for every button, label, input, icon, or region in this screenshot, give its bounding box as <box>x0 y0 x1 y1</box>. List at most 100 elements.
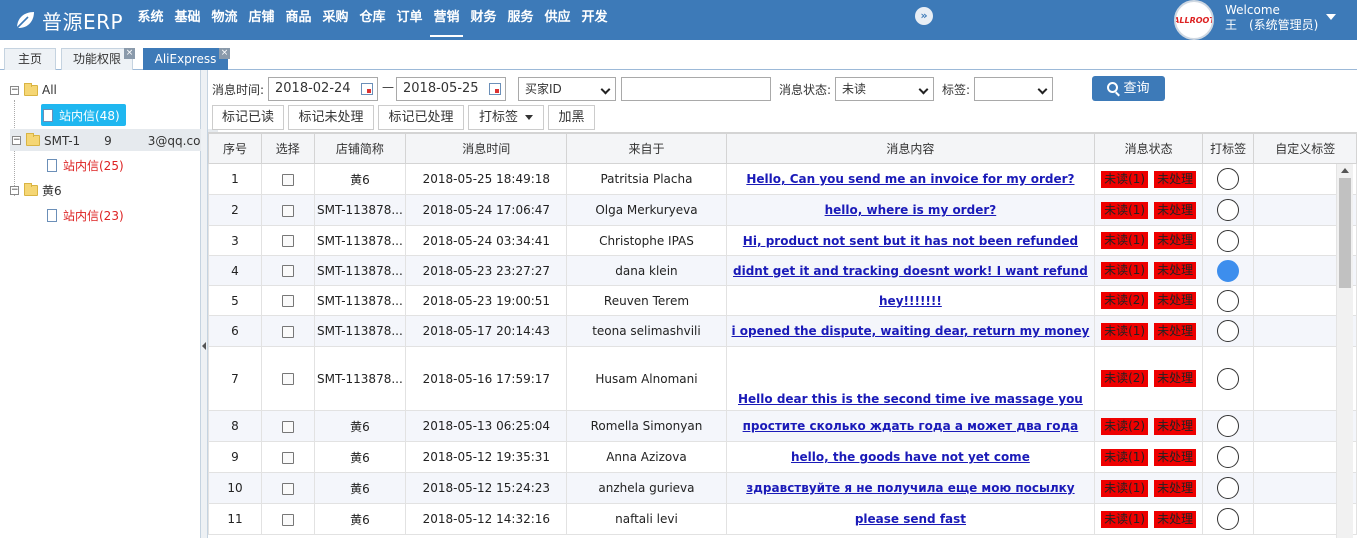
tree-node-all-inbox[interactable]: 站内信(48) <box>41 104 126 126</box>
table-row[interactable]: 5 SMT-113878... 2018-05-23 19:00:51 Reuven … <box>208 285 1357 316</box>
blacklist-button[interactable]: 加黑 <box>548 105 595 130</box>
double-chevron-right-icon[interactable]: » <box>915 7 933 25</box>
tag-toggle-circle[interactable] <box>1217 367 1240 390</box>
table-row[interactable]: 8 黄6 2018-05-13 06:25:04 Romella Simonyan пр… <box>208 410 1357 442</box>
nav-item-store[interactable]: 店铺 <box>243 0 280 40</box>
nav-item-basic[interactable]: 基础 <box>169 0 206 40</box>
scroll-thumb[interactable] <box>1339 178 1351 288</box>
cell-select[interactable] <box>260 194 315 226</box>
cell-tag[interactable] <box>1201 472 1255 504</box>
date-to-field[interactable]: 2018-05-25 <box>396 77 506 101</box>
message-link[interactable]: здравствуйте я не получила еще мою посыл… <box>725 472 1096 504</box>
nav-item-logistics[interactable]: 物流 <box>206 0 243 40</box>
nav-item-product[interactable]: 商品 <box>280 0 317 40</box>
table-row[interactable]: 6 SMT-113878... 2018-05-17 20:14:43 teona s… <box>208 315 1357 347</box>
nav-item-develop[interactable]: 开发 <box>576 0 613 40</box>
row-checkbox[interactable] <box>281 513 294 526</box>
col-header-select[interactable]: 选择 <box>260 133 315 164</box>
table-row[interactable]: 4 SMT-113878... 2018-05-23 23:27:27 dana kl… <box>208 255 1357 286</box>
cell-tag[interactable] <box>1201 225 1255 256</box>
tag-toggle-circle[interactable] <box>1217 259 1240 282</box>
row-checkbox[interactable] <box>281 173 294 186</box>
nav-item-purchase[interactable]: 采购 <box>317 0 354 40</box>
nav-item-service[interactable]: 服务 <box>502 0 539 40</box>
date-from-field[interactable]: 2018-02-24 <box>268 77 378 101</box>
mark-read-button[interactable]: 标记已读 <box>212 105 284 130</box>
tag-toggle-circle[interactable] <box>1217 199 1240 221</box>
tag-toggle-circle[interactable] <box>1217 415 1240 437</box>
cell-select[interactable] <box>260 255 315 286</box>
cell-select[interactable] <box>260 163 315 195</box>
close-icon[interactable]: × <box>219 48 230 59</box>
tree-node-store2-inbox[interactable]: 站内信(23) <box>47 203 124 227</box>
nav-item-marketing[interactable]: 营销 <box>428 0 465 40</box>
cell-select[interactable] <box>260 472 315 504</box>
row-checkbox[interactable] <box>281 420 294 433</box>
cell-select[interactable] <box>260 225 315 256</box>
collapse-toggle-icon[interactable]: − <box>10 185 19 195</box>
tree-node-all[interactable]: − All <box>10 78 57 102</box>
message-link[interactable]: didnt get it and tracking doesnt work! I… <box>725 255 1096 286</box>
collapse-toggle-icon[interactable]: − <box>12 135 21 145</box>
cell-tag[interactable] <box>1201 194 1255 226</box>
row-checkbox[interactable] <box>281 482 294 495</box>
table-row[interactable]: 11 黄6 2018-05-12 14:32:16 naftali levi pleas… <box>208 503 1357 535</box>
calendar-icon[interactable] <box>361 83 373 95</box>
message-link[interactable]: i opened the dispute, waiting dear, retu… <box>725 315 1096 347</box>
cell-tag[interactable] <box>1201 441 1255 473</box>
tag-toggle-circle[interactable] <box>1217 320 1240 342</box>
col-header-content[interactable]: 消息内容 <box>725 133 1096 164</box>
calendar-icon[interactable] <box>489 83 501 95</box>
tag-toggle-circle[interactable] <box>1217 289 1240 312</box>
tag-dropdown-button[interactable]: 打标签 <box>468 105 544 130</box>
cell-select[interactable] <box>260 503 315 535</box>
row-checkbox[interactable] <box>281 204 294 217</box>
message-link[interactable]: Hello dear this is the second time ive m… <box>725 346 1096 411</box>
cell-select[interactable] <box>260 410 315 442</box>
message-link[interactable]: Hi, product not sent but it has not been… <box>725 225 1096 256</box>
row-checkbox[interactable] <box>281 265 294 277</box>
cell-tag[interactable] <box>1201 285 1255 316</box>
nav-item-system[interactable]: 系统 <box>132 0 169 40</box>
tab-aliexpress[interactable]: AliExpress × <box>143 48 230 70</box>
tag-toggle-circle[interactable] <box>1217 446 1240 468</box>
tree-node-store2[interactable]: − 黄6 <box>10 178 62 202</box>
panel-splitter[interactable] <box>201 70 208 538</box>
tag-toggle-circle[interactable] <box>1217 229 1240 252</box>
cell-tag[interactable] <box>1201 503 1255 535</box>
table-row[interactable]: 10 黄6 2018-05-12 15:24:23 anzhela gurieva зд… <box>208 472 1357 504</box>
col-header-store[interactable]: 店铺简称 <box>313 133 407 164</box>
close-icon[interactable]: × <box>124 48 135 59</box>
row-checkbox[interactable] <box>281 295 294 307</box>
nav-item-order[interactable]: 订单 <box>391 0 428 40</box>
cell-select[interactable] <box>260 315 315 347</box>
cell-select[interactable] <box>260 346 315 411</box>
app-logo[interactable]: 普源ERP <box>14 6 123 34</box>
col-header-tag[interactable]: 打标签 <box>1201 133 1255 164</box>
tree-node-store1-inbox[interactable]: 站内信(25) <box>47 153 124 177</box>
table-row[interactable]: 9 黄6 2018-05-12 19:35:31 Anna Azizova hello,… <box>208 441 1357 473</box>
mark-processed-button[interactable]: 标记已处理 <box>378 105 464 130</box>
row-checkbox[interactable] <box>281 451 294 464</box>
table-row[interactable]: 2 SMT-113878... 2018-05-24 17:06:47 Olga Me… <box>208 194 1357 226</box>
tag-toggle-circle[interactable] <box>1217 508 1240 530</box>
chevron-down-icon[interactable] <box>1326 14 1336 20</box>
message-link[interactable]: Hello, Can you send me an invoice for my… <box>725 163 1096 195</box>
buyer-field-select[interactable]: 买家ID <box>518 77 616 101</box>
message-status-select[interactable]: 未读 <box>835 77 934 101</box>
col-header-status[interactable]: 消息状态 <box>1094 133 1203 164</box>
cell-select[interactable] <box>260 441 315 473</box>
tree-node-store1[interactable]: − SMT-1 9 3@qq.com <box>10 129 219 151</box>
query-button[interactable]: 查询 <box>1092 76 1165 101</box>
message-link[interactable]: please send fast <box>725 503 1096 535</box>
cell-tag[interactable] <box>1201 255 1255 286</box>
message-link[interactable]: hey!!!!!!! <box>725 285 1096 316</box>
tag-toggle-circle[interactable] <box>1217 168 1240 190</box>
vertical-scrollbar[interactable] <box>1336 164 1353 538</box>
col-header-custom-tag[interactable]: 自定义标签 <box>1253 133 1357 164</box>
nav-item-finance[interactable]: 财务 <box>465 0 502 40</box>
message-link[interactable]: hello, where is my order? <box>725 194 1096 226</box>
tab-home[interactable]: 主页 <box>4 48 56 70</box>
row-checkbox[interactable] <box>281 325 294 338</box>
table-row[interactable]: 7 SMT-113878... 2018-05-16 17:59:17 Husam A… <box>208 346 1357 411</box>
